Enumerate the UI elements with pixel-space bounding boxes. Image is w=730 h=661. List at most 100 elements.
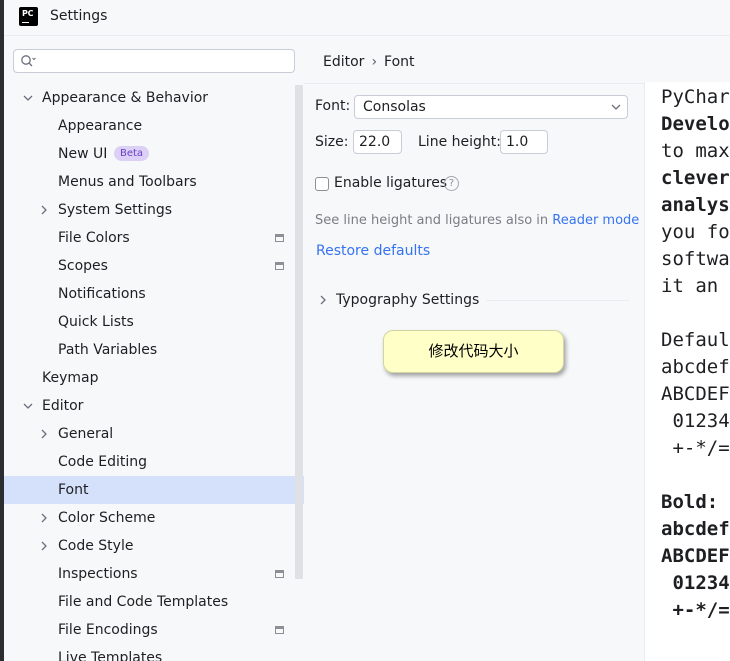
settings-search-input[interactable] (13, 49, 295, 73)
sidebar-item-file-and-code-templates[interactable]: File and Code Templates (4, 588, 304, 616)
sidebar-item-inspections[interactable]: Inspections (4, 560, 304, 588)
divider (486, 300, 629, 301)
sidebar-scrollbar[interactable] (295, 85, 303, 579)
sidebar-item-label: Scopes (58, 258, 108, 274)
sidebar-item-label: Color Scheme (58, 510, 156, 526)
typography-settings-label: Typography Settings (336, 292, 480, 308)
sidebar-item-live-templates[interactable]: Live Templates (4, 644, 304, 661)
sidebar-item-file-encodings[interactable]: File Encodings (4, 616, 304, 644)
chevron-right-icon[interactable] (39, 541, 49, 551)
sidebar-item-label: Inspections (58, 566, 138, 582)
project-level-icon (275, 626, 284, 634)
logo-text: PC (22, 9, 34, 18)
preview-line: Developer (661, 113, 730, 135)
sidebar-item-notifications[interactable]: Notifications (4, 280, 304, 308)
sidebar-item-label: New UI (58, 146, 108, 162)
sidebar-item-label: Notifications (58, 286, 146, 302)
typography-settings-toggle[interactable]: Typography Settings (318, 292, 479, 308)
sidebar-item-font[interactable]: Font (4, 476, 304, 504)
sidebar-item-label: Path Variables (58, 342, 158, 358)
preview-line: it an (661, 275, 719, 297)
window-title: Settings (50, 8, 108, 24)
preview-line: clever (661, 167, 730, 189)
settings-sidebar: Appearance & Behavior Appearance New UI Bet… (4, 36, 304, 661)
font-settings-panel: Editor › Font Font: Consolas Size: 22.0 Li… (304, 36, 730, 661)
sidebar-item-editor[interactable]: Editor (4, 392, 304, 420)
breadcrumb-parent[interactable]: Editor (323, 54, 364, 70)
preview-line: PyCharm (661, 86, 730, 108)
sidebar-item-appearance-behavior[interactable]: Appearance & Behavior (4, 84, 304, 112)
sidebar-item-quick-lists[interactable]: Quick Lists (4, 308, 304, 336)
sidebar-item-system-settings[interactable]: System Settings (4, 196, 304, 224)
preview-line: +-*/= (661, 437, 730, 459)
preview-line: ABCDEFG (661, 383, 730, 405)
sidebar-item-new-ui[interactable]: New UI Beta (4, 140, 304, 168)
size-label: Size: (315, 134, 349, 150)
font-size-input[interactable]: 22.0 (353, 130, 402, 154)
sidebar-item-file-colors[interactable]: File Colors (4, 224, 304, 252)
font-family-value: Consolas (363, 99, 426, 115)
sidebar-item-label: Appearance & Behavior (42, 90, 209, 106)
settings-tree: Appearance & Behavior Appearance New UI Bet… (4, 84, 304, 661)
sidebar-item-label: Editor (42, 398, 84, 414)
enable-ligatures-label[interactable]: Enable ligatures (334, 175, 447, 191)
beta-badge: Beta (114, 146, 150, 161)
sidebar-item-general[interactable]: General (4, 420, 304, 448)
annotation-tooltip: 修改代码大小 (383, 330, 564, 373)
font-family-select[interactable]: Consolas (354, 95, 628, 119)
search-icon (21, 55, 36, 67)
preview-line: +-*/= (661, 599, 730, 621)
chevron-right-icon[interactable] (39, 205, 49, 215)
sidebar-item-keymap[interactable]: Keymap (4, 364, 304, 392)
sidebar-item-appearance[interactable]: Appearance (4, 112, 304, 140)
preview-line: analys (661, 194, 730, 216)
line-height-hint: See line height and ligatures also in Re… (315, 213, 639, 228)
preview-line: you fo (661, 221, 730, 243)
sidebar-item-label: Quick Lists (58, 314, 134, 330)
sidebar-item-label: Font (58, 482, 89, 498)
sidebar-item-code-style[interactable]: Code Style (4, 532, 304, 560)
enable-ligatures-checkbox[interactable] (315, 177, 329, 191)
sidebar-item-path-variables[interactable]: Path Variables (4, 336, 304, 364)
sidebar-item-label: File and Code Templates (58, 594, 229, 610)
reader-mode-link[interactable]: Reader mode (552, 213, 639, 228)
sidebar-item-label: File Colors (58, 230, 130, 246)
project-level-icon (275, 570, 284, 578)
breadcrumb-separator: › (371, 54, 378, 70)
preview-line: to max (661, 140, 730, 162)
help-icon[interactable]: ? (444, 176, 459, 191)
title-bar[interactable]: PC Settings (4, 0, 730, 34)
breadcrumb-current: Font (384, 54, 415, 70)
project-level-icon (275, 262, 284, 270)
preview-line: 01234 (661, 410, 730, 432)
chevron-right-icon[interactable] (39, 429, 49, 439)
preview-line: softwa (661, 248, 730, 270)
preview-line: Default (661, 329, 730, 351)
sidebar-item-label: Live Templates (58, 650, 163, 661)
sidebar-item-scopes[interactable]: Scopes (4, 252, 304, 280)
sidebar-item-label: General (58, 426, 114, 442)
line-height-label: Line height: (418, 134, 501, 150)
sidebar-item-color-scheme[interactable]: Color Scheme (4, 504, 304, 532)
sidebar-item-label: Menus and Toolbars (58, 174, 197, 190)
chevron-right-icon[interactable] (39, 513, 49, 523)
sidebar-item-label: Code Style (58, 538, 134, 554)
chevron-down-icon[interactable] (23, 401, 33, 411)
sidebar-item-label: Code Editing (58, 454, 148, 470)
hint-text: See line height and ligatures also in (315, 213, 553, 228)
sidebar-item-menus-and-toolbars[interactable]: Menus and Toolbars (4, 168, 304, 196)
preview-line: abcdef (661, 356, 730, 378)
preview-line: 01234 (661, 572, 730, 594)
font-label: Font: (315, 98, 351, 114)
chevron-down-icon (611, 104, 621, 110)
restore-defaults-link[interactable]: Restore defaults (316, 243, 430, 259)
chevron-down-icon[interactable] (23, 93, 33, 103)
font-preview[interactable]: PyCharm Developer to max clever analys you fo… (644, 82, 730, 661)
line-height-input[interactable]: 1.0 (500, 130, 548, 154)
sidebar-item-code-editing[interactable]: Code Editing (4, 448, 304, 476)
sidebar-item-label: File Encodings (58, 622, 158, 638)
preview-line: ABCDEFG (661, 545, 730, 567)
settings-window: PC Settings Appearance & Behavior Appeara… (0, 0, 730, 661)
chevron-right-icon (320, 295, 326, 305)
project-level-icon (275, 234, 284, 242)
